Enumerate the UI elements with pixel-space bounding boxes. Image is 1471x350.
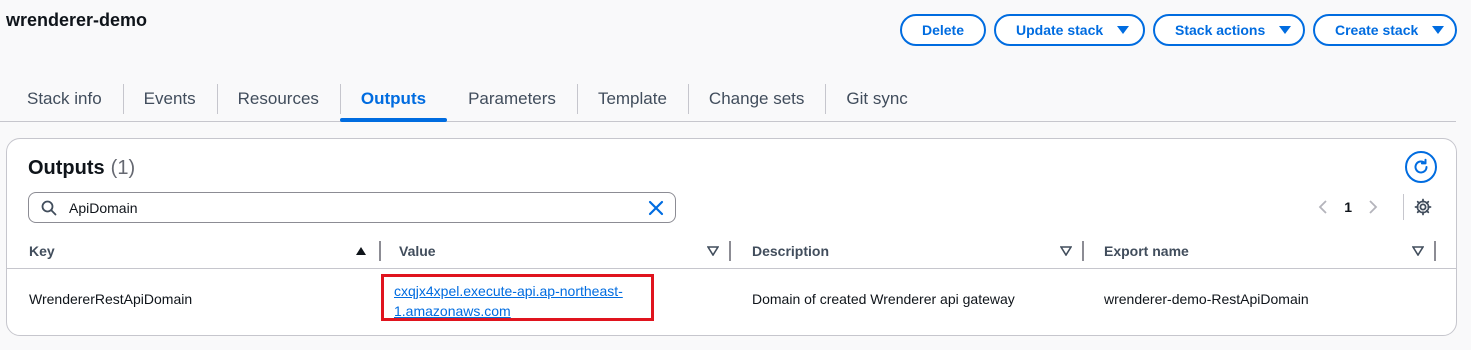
column-divider[interactable] <box>1434 241 1436 261</box>
refresh-icon <box>1414 158 1428 174</box>
chevron-right-icon[interactable] <box>1368 199 1378 215</box>
tab-label: Template <box>597 89 667 108</box>
tab-label: Git sync <box>846 89 908 108</box>
table-row: WrendererRestApiDomain cxqjx4xpel.execut… <box>7 269 1456 329</box>
search-icon <box>41 200 57 216</box>
tab-label: Change sets <box>708 89 805 108</box>
table-header: Key Value Description Export name <box>7 235 1456 269</box>
output-value-line-2: 1.amazonaws.com <box>394 303 511 319</box>
pagination-divider <box>1403 194 1404 220</box>
delete-button[interactable]: Delete <box>900 14 986 46</box>
tab-git-sync[interactable]: Git sync <box>825 78 928 120</box>
delete-button-label: Delete <box>921 22 965 38</box>
column-header-description[interactable]: Description <box>752 235 1086 267</box>
column-header-key[interactable]: Key <box>29 235 381 267</box>
caret-down-icon <box>1117 26 1130 34</box>
create-stack-button[interactable]: Create stack <box>1313 14 1457 46</box>
gear-icon[interactable] <box>1414 198 1432 216</box>
update-stack-button[interactable]: Update stack <box>994 14 1145 46</box>
tab-resources[interactable]: Resources <box>216 78 340 120</box>
clear-icon[interactable] <box>647 199 665 217</box>
tab-label: Parameters <box>468 89 556 108</box>
sort-ascending-icon[interactable] <box>355 246 367 256</box>
stack-actions-bar: Delete Update stack Stack actions Create… <box>900 14 1457 46</box>
column-divider[interactable] <box>379 241 381 261</box>
column-description-label: Description <box>752 243 830 259</box>
refresh-button[interactable] <box>1405 151 1437 183</box>
tab-stack-info[interactable]: Stack info <box>0 78 123 120</box>
tab-label: Outputs <box>360 89 427 108</box>
sort-icon[interactable] <box>1412 246 1424 256</box>
caret-down-icon <box>1432 26 1445 34</box>
column-divider[interactable] <box>1082 241 1084 261</box>
output-description: Domain of created Wrenderer api gateway <box>752 291 1015 307</box>
column-header-export-name[interactable]: Export name <box>1104 235 1438 267</box>
page-title: wrenderer-demo <box>6 10 148 30</box>
create-stack-label: Create stack <box>1335 22 1419 38</box>
caret-down-icon <box>1279 26 1292 34</box>
tab-events[interactable]: Events <box>122 78 217 120</box>
outputs-panel: Outputs(1) 1 <box>6 138 1457 336</box>
tab-parameters[interactable]: Parameters <box>447 78 577 120</box>
tab-label: Events <box>143 89 196 108</box>
stack-actions-label: Stack actions <box>1175 22 1266 38</box>
search-field <box>28 192 676 223</box>
search-input[interactable] <box>69 198 629 218</box>
chevron-left-icon[interactable] <box>1318 199 1328 215</box>
output-value-highlight: cxqjx4xpel.execute-api.ap-northeast- 1.am… <box>381 274 654 321</box>
tab-change-sets[interactable]: Change sets <box>687 78 825 120</box>
update-stack-label: Update stack <box>1016 22 1104 38</box>
sort-icon[interactable] <box>707 246 719 256</box>
tab-outputs[interactable]: Outputs <box>339 78 448 122</box>
column-header-value[interactable]: Value <box>399 235 733 267</box>
tab-template[interactable]: Template <box>576 78 688 120</box>
output-key: WrendererRestApiDomain <box>29 291 193 307</box>
stack-tabs: Stack info Events Resources Outputs Para… <box>0 78 1456 122</box>
tab-label: Stack info <box>27 89 102 108</box>
column-export-name-label: Export name <box>1104 243 1189 259</box>
pagination: 1 <box>1318 199 1378 215</box>
outputs-header: Outputs (1) <box>28 157 135 180</box>
output-export-name: wrenderer-demo-RestApiDomain <box>1104 291 1309 307</box>
output-value-link[interactable]: cxqjx4xpel.execute-api.ap-northeast- 1.am… <box>394 283 623 319</box>
outputs-count: (1) <box>110 157 136 179</box>
column-value-label: Value <box>399 243 436 259</box>
outputs-table: Key Value Description Export name Wrende… <box>7 235 1456 329</box>
column-key-label: Key <box>29 243 55 259</box>
output-value-line-1: cxqjx4xpel.execute-api.ap-northeast- <box>394 283 623 299</box>
sort-icon[interactable] <box>1060 246 1072 256</box>
stack-actions-button[interactable]: Stack actions <box>1153 14 1305 46</box>
page-number[interactable]: 1 <box>1344 199 1352 215</box>
outputs-title: Outputs <box>28 157 105 179</box>
column-divider[interactable] <box>729 241 731 261</box>
tab-label: Resources <box>237 89 319 108</box>
